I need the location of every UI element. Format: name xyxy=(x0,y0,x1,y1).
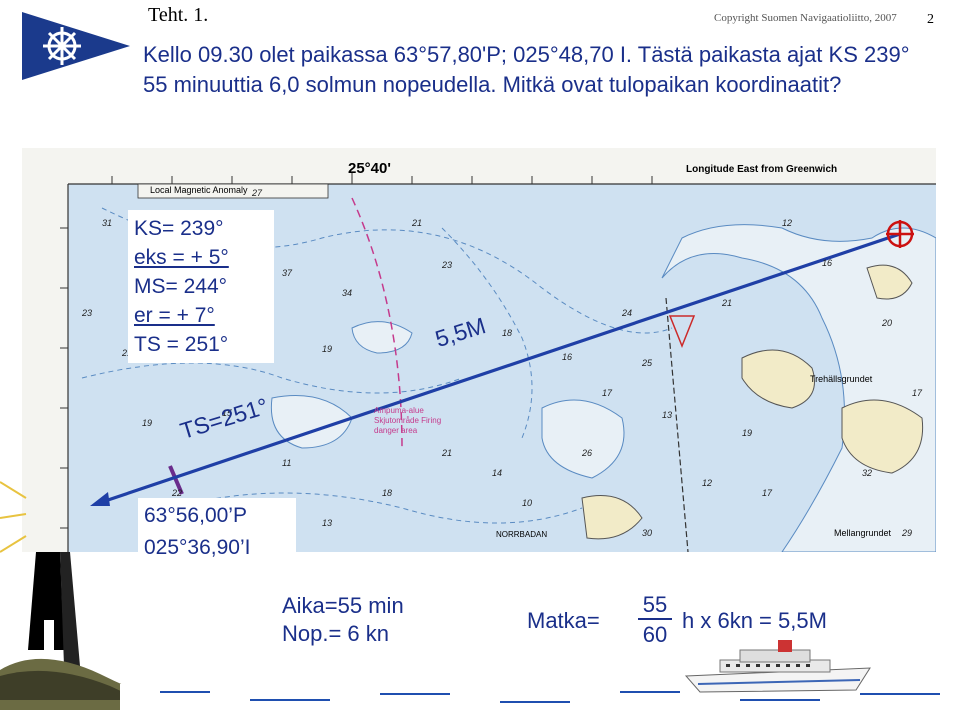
calc-eks: eks = + 5° xyxy=(134,246,229,269)
calc-ts: TS = 251° xyxy=(134,333,229,356)
depth-sounding: 10 xyxy=(522,498,533,508)
chart-magnetic-anomaly: Local Magnetic Anomaly xyxy=(150,185,248,195)
chart-lat-minute: 25°40' xyxy=(348,160,391,177)
depth-sounding: 17 xyxy=(912,388,923,398)
course-calculation: KS= 239° eks = + 5° MS= 244° er = + 7° T… xyxy=(128,210,274,363)
depth-sounding: 23 xyxy=(442,260,453,270)
calc-er: er = + 7° xyxy=(134,304,215,327)
fraction-numerator: 55 xyxy=(638,592,672,620)
distance-fraction: 55 60 xyxy=(638,592,672,650)
depth-sounding: 12 xyxy=(782,218,793,228)
time-value: Aika=55 min xyxy=(282,593,404,618)
depth-sounding: 19 xyxy=(742,428,753,438)
chart-longitude-title: Longitude East from Greenwich xyxy=(686,164,838,175)
distance-formula-label: Matka= xyxy=(527,608,600,633)
depth-sounding: 30 xyxy=(642,528,653,538)
depth-sounding: 17 xyxy=(602,388,613,398)
depth-sounding: 27 xyxy=(252,188,263,198)
fraction-denominator: 60 xyxy=(642,622,668,647)
depth-sounding: 16 xyxy=(822,258,833,268)
depth-sounding: 19 xyxy=(322,344,333,354)
depth-sounding: 12 xyxy=(702,478,713,488)
depth-sounding: 21 xyxy=(722,298,733,308)
destination-coordinates: 63°56,00’P 025°36,90’I xyxy=(138,498,296,566)
depth-sounding: 21 xyxy=(442,448,453,458)
copyright-notice: Copyright Suomen Navigaatioliitto, 2007 xyxy=(714,12,897,24)
speed-value: Nop.= 6 kn xyxy=(282,621,390,646)
depth-sounding: 19 xyxy=(142,418,153,428)
destination-longitude: 025°36,90’I xyxy=(144,536,251,559)
depth-sounding: 32 xyxy=(862,468,873,478)
depth-sounding: 24 xyxy=(622,308,633,318)
depth-sounding: 31 xyxy=(102,218,113,228)
time-speed-block: Aika=55 min Nop.= 6 kn xyxy=(282,592,404,648)
exercise-number: Teht. 1. xyxy=(148,4,209,26)
cruise-ship-illustration xyxy=(684,640,871,693)
depth-sounding: 16 xyxy=(562,352,573,362)
exercise-question: Kello 09.30 olet paikassa 63°57,80'P; 02… xyxy=(143,42,910,97)
depth-sounding: 18 xyxy=(382,488,393,498)
chart-place-mellangrundet: Mellangrundet xyxy=(834,528,892,538)
depth-sounding: 20 xyxy=(882,318,893,328)
depth-sounding: 13 xyxy=(322,518,333,528)
depth-sounding: 25 xyxy=(642,358,653,368)
depth-sounding: 11 xyxy=(282,458,292,468)
depth-sounding: 26 xyxy=(582,448,593,458)
depth-sounding: 22 xyxy=(172,488,183,498)
depth-sounding: 34 xyxy=(342,288,353,298)
chart-place-norrbadan: NORRBADAN xyxy=(496,530,548,539)
lighthouse-illustration xyxy=(0,481,140,710)
chart-place-trehallsgrundet: Trehällsgrundet xyxy=(810,374,873,384)
destination-latitude: 63°56,00’P xyxy=(144,504,247,527)
page-number: 2 xyxy=(927,12,934,27)
depth-sounding: 13 xyxy=(662,410,673,420)
depth-sounding: 37 xyxy=(282,268,293,278)
depth-sounding: 18 xyxy=(502,328,513,338)
association-burgee-logo xyxy=(22,12,130,80)
depth-sounding: 29 xyxy=(902,528,913,538)
calc-ks: KS= 239° xyxy=(134,217,224,240)
chart-firing-area: Ampuma-alue Skjutområde Firing danger ar… xyxy=(374,406,442,435)
depth-sounding: 21 xyxy=(412,218,423,228)
depth-sounding: 14 xyxy=(492,468,503,478)
depth-sounding: 23 xyxy=(82,308,93,318)
calc-ms: MS= 244° xyxy=(134,275,228,298)
distance-formula-result: h x 6kn = 5,5M xyxy=(682,608,827,633)
depth-sounding: 17 xyxy=(762,488,773,498)
